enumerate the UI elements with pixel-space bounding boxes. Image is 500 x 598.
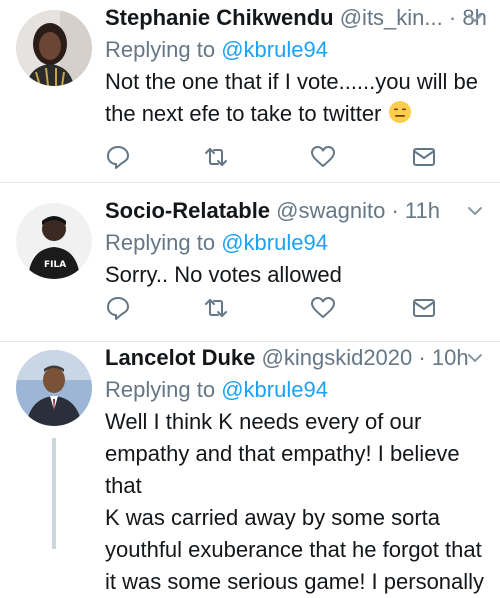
display-name[interactable]: Socio-Relatable (105, 198, 270, 223)
replying-to-label: Replying to (105, 377, 216, 402)
tweet-text: Sorry.. No votes allowed (105, 259, 500, 291)
tweet-text-line: it was some serious game! I personally (105, 569, 485, 594)
user-handle[interactable]: @its_kin... (340, 5, 443, 30)
retweet-icon[interactable] (203, 295, 229, 321)
retweet-icon[interactable] (203, 144, 229, 170)
expressionless-face-emoji (388, 100, 412, 133)
tweet-text-line: empathy and that empathy! I believe that (105, 441, 460, 498)
replying-to-label: Replying to (105, 37, 216, 62)
separator: · (418, 345, 426, 370)
tweet-actions (105, 144, 500, 170)
mail-icon[interactable] (411, 295, 437, 321)
thread-connector-line (52, 438, 56, 549)
replying-to: Replying to @kbrule94 (105, 34, 500, 66)
heart-icon[interactable] (310, 295, 336, 321)
avatar[interactable] (16, 10, 92, 86)
separator: · (448, 5, 457, 30)
tweet-header: Stephanie Chikwendu @its_kin... · 8h (105, 2, 500, 34)
chevron-down-icon[interactable] (464, 346, 486, 368)
replying-to: Replying to @kbrule94 (105, 374, 500, 406)
tweet-header: Lancelot Duke @kingskid2020 · 10h (105, 342, 500, 374)
replying-to: Replying to @kbrule94 (105, 227, 500, 259)
timestamp[interactable]: 11h (405, 198, 440, 223)
tweet-text: Not the one that if I vote......you will… (105, 66, 500, 133)
avatar[interactable] (16, 350, 92, 426)
tweet-actions (105, 295, 500, 321)
tweet-text: Well I think K needs every of our empath… (105, 406, 500, 598)
tweet-text-line: K was carried away by some sorta (105, 505, 441, 530)
reply-icon[interactable] (105, 295, 131, 321)
tweet-header: Socio-Relatable @swagnito · 11h (105, 195, 500, 227)
tweet-1[interactable]: Stephanie Chikwendu @its_kin... · 8h Rep… (0, 0, 500, 183)
tweet-text-line: Sorry.. No votes allowed (105, 262, 342, 287)
display-name[interactable]: Lancelot Duke (105, 345, 255, 370)
separator: · (391, 198, 399, 223)
heart-icon[interactable] (310, 144, 336, 170)
avatar[interactable]: FILA (16, 203, 92, 279)
replying-to-label: Replying to (105, 230, 216, 255)
tweet-text-line: Not the one that if I vote......you will… (105, 69, 478, 94)
tweet-3[interactable]: Lancelot Duke @kingskid2020 · 10h Replyi… (0, 342, 500, 594)
reply-icon[interactable] (105, 144, 131, 170)
chevron-down-icon[interactable] (464, 199, 486, 221)
tweet-text-line: Well I think K needs every of our (105, 409, 422, 434)
chevron-down-icon[interactable] (464, 6, 486, 28)
tweet-text-line: youthful exuberance that he forgot that (105, 537, 482, 562)
mention-link[interactable]: @kbrule94 (221, 377, 328, 402)
user-handle[interactable]: @swagnito (276, 198, 385, 223)
mention-link[interactable]: @kbrule94 (221, 37, 328, 62)
mail-icon[interactable] (411, 144, 437, 170)
tweet-text-line: the next efe to take to twitter (105, 98, 500, 133)
mention-link[interactable]: @kbrule94 (221, 230, 328, 255)
svg-text:FILA: FILA (44, 260, 66, 270)
user-handle[interactable]: @kingskid2020 (262, 345, 413, 370)
tweet-2[interactable]: FILA Socio-Relatable @swagnito · 11h Rep… (0, 183, 500, 342)
display-name[interactable]: Stephanie Chikwendu (105, 5, 334, 30)
